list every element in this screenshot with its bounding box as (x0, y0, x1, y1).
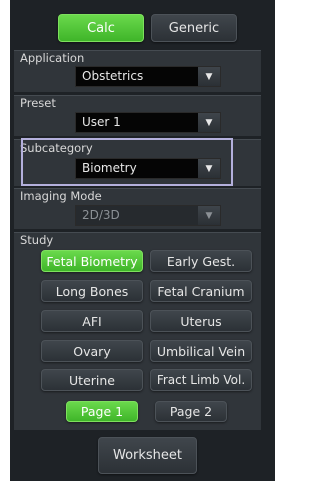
study-afi-button[interactable]: AFI (41, 310, 143, 332)
study-fetal-biometry-button[interactable]: Fetal Biometry (41, 250, 143, 272)
preset-dropdown[interactable]: User 1 ▼ (75, 112, 221, 133)
calc-button[interactable]: Calc (58, 14, 144, 42)
worksheet-button[interactable]: Worksheet (98, 437, 197, 474)
study-fract-limb-vol-button[interactable]: Fract Limb Vol. (150, 369, 252, 391)
study-uterine-button[interactable]: Uterine (41, 369, 143, 391)
imaging-mode-dropdown: 2D/3D ▼ (75, 205, 221, 226)
application-value: Obstetrics (82, 69, 144, 83)
caret-down-icon[interactable]: ▼ (198, 113, 220, 132)
subcategory-highlight-frame (21, 138, 233, 186)
study-ovary-button[interactable]: Ovary (41, 340, 143, 362)
generic-button[interactable]: Generic (151, 14, 237, 42)
preset-value: User 1 (82, 115, 121, 129)
study-early-gest-button[interactable]: Early Gest. (150, 250, 252, 272)
caret-down-icon: ▼ (198, 206, 220, 225)
caret-down-icon[interactable]: ▼ (198, 67, 220, 86)
study-long-bones-button[interactable]: Long Bones (41, 280, 143, 302)
study-label: Study (20, 233, 54, 247)
page-2-button[interactable]: Page 2 (155, 401, 227, 422)
imaging-mode-label: Imaging Mode (20, 189, 102, 203)
study-umbilical-vein-button[interactable]: Umbilical Vein (150, 340, 252, 362)
application-dropdown[interactable]: Obstetrics ▼ (75, 66, 221, 87)
application-label: Application (20, 51, 85, 65)
study-uterus-button[interactable]: Uterus (150, 310, 252, 332)
imaging-mode-value: 2D/3D (82, 208, 120, 222)
preset-label: Preset (20, 96, 56, 110)
page-1-button[interactable]: Page 1 (66, 401, 138, 422)
study-fetal-cranium-button[interactable]: Fetal Cranium (150, 280, 252, 302)
